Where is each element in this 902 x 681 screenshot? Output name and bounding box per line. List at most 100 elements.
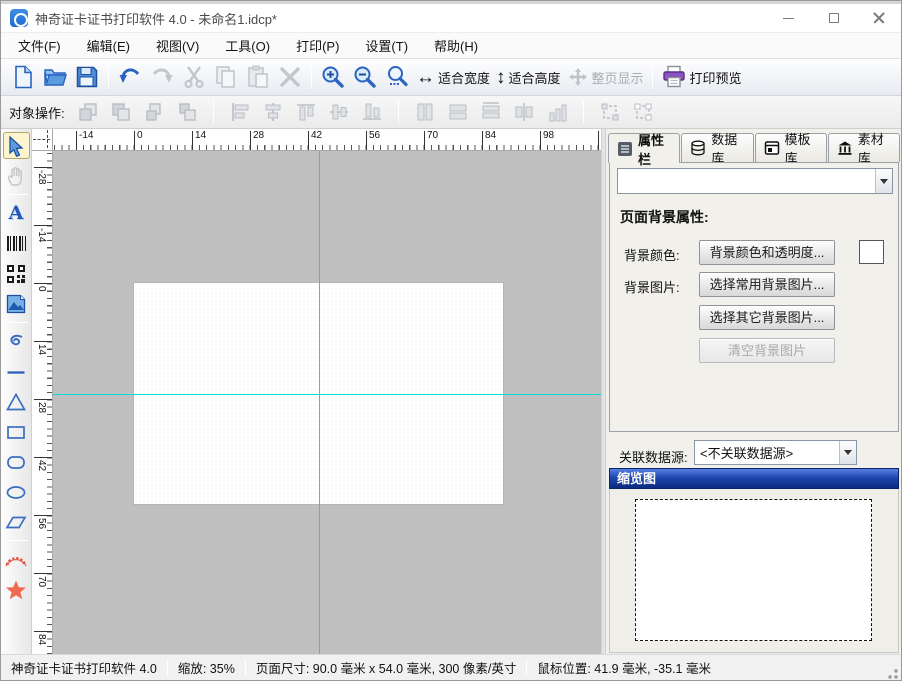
space-evenly-h-button[interactable] — [512, 100, 536, 124]
save-button[interactable] — [71, 62, 103, 92]
select-tool[interactable] — [3, 132, 30, 159]
menu-print[interactable]: 打印(P) — [283, 32, 352, 59]
menu-tools[interactable]: 工具(O) — [212, 32, 283, 59]
menu-settings[interactable]: 设置(T) — [352, 32, 421, 59]
rounded-rect-tool[interactable] — [3, 448, 30, 475]
parallelogram-tool[interactable] — [3, 508, 30, 535]
group-button[interactable] — [598, 100, 622, 124]
bg-color-swatch[interactable] — [859, 240, 884, 264]
bring-forward-button[interactable] — [142, 100, 166, 124]
triangle-tool[interactable] — [3, 388, 30, 415]
space-evenly-v-button[interactable] — [545, 100, 569, 124]
status-app-name: 神奇证卡证书打印软件 4.0 — [1, 658, 167, 677]
combo-dropdown-icon[interactable] — [875, 169, 892, 193]
rectangle-tool[interactable] — [3, 418, 30, 445]
bring-to-front-button[interactable] — [76, 100, 100, 124]
fit-height-button[interactable]: ↕ 适合高度 — [493, 62, 564, 92]
send-to-back-button[interactable] — [109, 100, 133, 124]
clear-bg-button[interactable]: 清空背景图片 — [699, 338, 835, 363]
text-tool[interactable]: A — [3, 200, 30, 227]
ellipse-tool[interactable] — [3, 478, 30, 505]
hand-tool[interactable] — [3, 162, 30, 189]
thumbnail-page-preview[interactable] — [635, 499, 872, 641]
star-tool[interactable] — [3, 576, 30, 603]
tab-database[interactable]: 数据库 — [681, 133, 753, 162]
delete-icon — [277, 64, 303, 90]
same-width-button[interactable] — [413, 100, 437, 124]
minimize-button[interactable] — [766, 4, 811, 32]
tab-properties[interactable]: 属性栏 — [608, 133, 680, 163]
whole-page-button[interactable]: 整页显示 — [564, 62, 647, 92]
choose-common-bg-button[interactable]: 选择常用背景图片... — [699, 272, 835, 297]
fit-width-icon: ↔ — [416, 68, 435, 87]
zoom-ratio-button[interactable] — [381, 62, 413, 92]
combo-dropdown-icon[interactable] — [839, 441, 856, 464]
delete-button[interactable] — [274, 62, 306, 92]
curve-tool[interactable] — [3, 328, 30, 355]
zoom-out-button[interactable] — [349, 62, 381, 92]
datasource-combo[interactable]: <不关联数据源> — [694, 440, 857, 465]
barcode-tool[interactable] — [3, 230, 30, 257]
seal-tool[interactable] — [3, 546, 30, 573]
align-center-h-button[interactable] — [261, 100, 285, 124]
ungroup-button[interactable] — [631, 100, 655, 124]
ruler-label: 56 — [369, 130, 380, 141]
fit-width-button[interactable]: ↔ 适合宽度 — [413, 62, 493, 92]
align-center-v-button[interactable] — [327, 100, 351, 124]
undo-button[interactable] — [114, 62, 146, 92]
barcode-icon — [7, 236, 26, 251]
open-file-button[interactable] — [39, 62, 71, 92]
thumbnail-panel — [609, 489, 899, 653]
main-toolbar: ↔ 适合宽度 ↕ 适合高度 整页显示 打印预览 — [1, 59, 901, 96]
menu-view[interactable]: 视图(V) — [143, 32, 212, 59]
cut-button[interactable] — [178, 62, 210, 92]
tab-materials[interactable]: 素材库 — [828, 133, 900, 162]
copy-button[interactable] — [210, 62, 242, 92]
menu-help[interactable]: 帮助(H) — [421, 32, 491, 59]
print-preview-button[interactable]: 打印预览 — [658, 62, 745, 92]
zoom-out-icon — [352, 64, 378, 90]
toolbox-separator — [5, 194, 28, 195]
ruler-major-tick — [34, 399, 52, 400]
ruler-major-tick — [34, 573, 52, 574]
datasource-label: 关联数据源: — [619, 447, 688, 466]
design-canvas[interactable] — [53, 151, 601, 654]
align-bottom-button[interactable] — [360, 100, 384, 124]
same-size-button[interactable] — [479, 100, 503, 124]
resize-grip-icon[interactable] — [885, 666, 899, 680]
same-height-button[interactable] — [446, 100, 470, 124]
tab-templates[interactable]: 模板库 — [755, 133, 827, 162]
align-left-button[interactable] — [228, 100, 252, 124]
redo-button[interactable] — [146, 62, 178, 92]
app-icon — [10, 9, 28, 27]
bg-color-button[interactable]: 背景颜色和透明度... — [699, 240, 835, 265]
whole-page-icon — [567, 66, 589, 88]
align-top-button[interactable] — [294, 100, 318, 124]
toolbar-separator — [311, 65, 312, 89]
choose-other-bg-button[interactable]: 选择其它背景图片... — [699, 305, 835, 330]
new-file-button[interactable] — [7, 62, 39, 92]
paste-button[interactable] — [242, 62, 274, 92]
close-button[interactable] — [856, 4, 901, 32]
ruler-label: 0 — [137, 130, 143, 141]
zoom-in-button[interactable] — [317, 62, 349, 92]
menu-edit[interactable]: 编辑(E) — [74, 32, 143, 59]
menu-file[interactable]: 文件(F) — [5, 32, 74, 59]
qrcode-icon — [6, 264, 26, 284]
ruler-label: -14 — [36, 228, 47, 242]
horizontal-guide-line[interactable] — [53, 394, 601, 395]
parallelogram-icon — [5, 511, 27, 533]
menu-bar: 文件(F) 编辑(E) 视图(V) 工具(O) 打印(P) 设置(T) 帮助(H… — [1, 33, 901, 59]
ruler-label: -28 — [36, 170, 47, 184]
object-select-combo[interactable] — [617, 168, 893, 194]
ruler-major-tick — [308, 131, 309, 150]
image-tool[interactable] — [3, 290, 30, 317]
toolbar-separator — [583, 100, 584, 124]
qrcode-tool[interactable] — [3, 260, 30, 287]
ruler-major-tick — [598, 131, 599, 150]
vertical-guide-line[interactable] — [319, 151, 320, 654]
line-tool[interactable] — [3, 358, 30, 385]
maximize-button[interactable] — [811, 4, 856, 32]
send-backward-button[interactable] — [175, 100, 199, 124]
horizontal-ruler: -14014284256708498112 — [53, 129, 601, 151]
